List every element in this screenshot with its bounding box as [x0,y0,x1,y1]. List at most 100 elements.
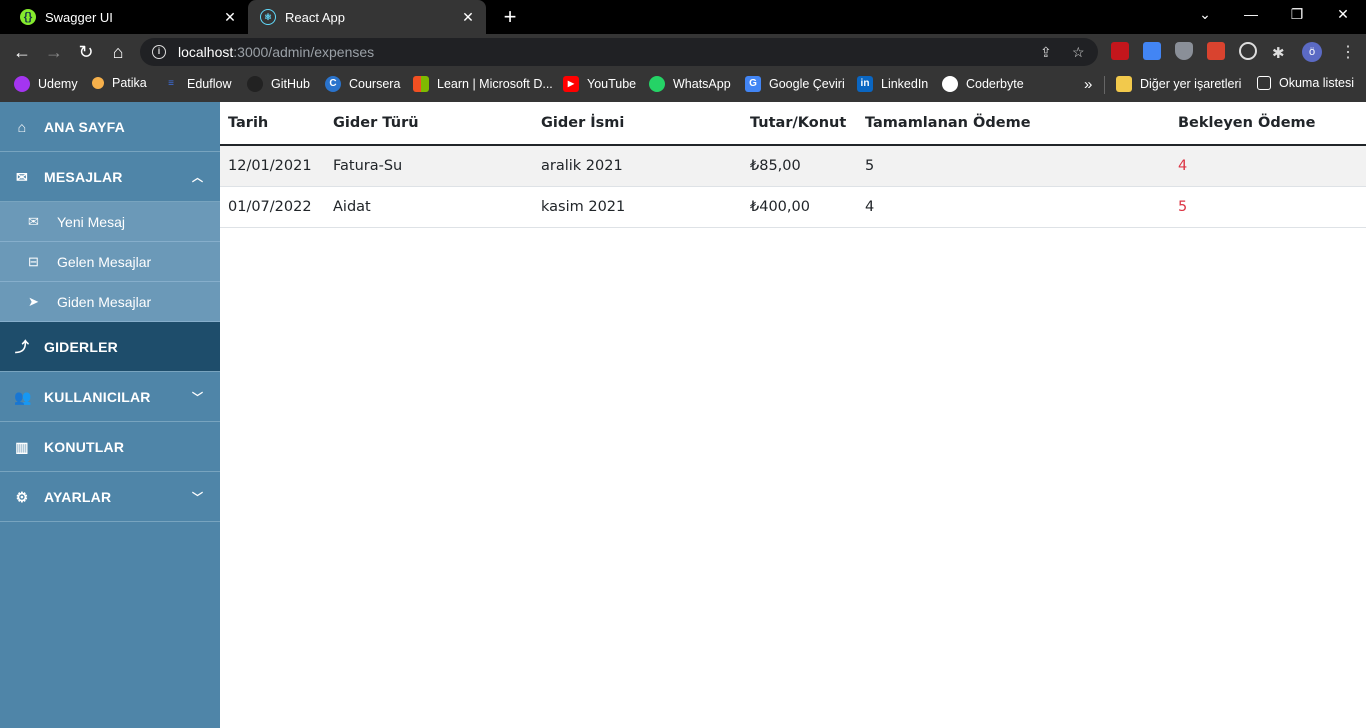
cell-tarih: 01/07/2022 [220,186,325,228]
table-header-row: Tarih Gider Türü Gider İsmi Tutar/Konut … [220,102,1366,146]
bookmark-star-icon[interactable]: ☆ [1072,44,1085,61]
bookmark-label: Google Çeviri [769,77,845,91]
column-header-tamamlanan-odeme: Tamamlanan Ödeme [857,102,1170,146]
forward-icon[interactable]: → [42,40,66,64]
bookmark-patika[interactable]: Patika [92,76,147,90]
sidebar-item-yeni-mesaj[interactable]: ✉ Yeni Mesaj [0,202,220,242]
home-icon: ⌂ [17,118,27,135]
home-browser-icon[interactable]: ⌂ [106,40,130,64]
table-row[interactable]: 01/07/2022 Aidat kasim 2021 ₺400,00 4 5 [220,186,1366,228]
new-tab-button[interactable]: + [500,5,520,29]
folder-icon [1116,76,1132,92]
bookmark-coursera[interactable]: C Coursera [325,76,400,92]
close-tab-icon[interactable]: ✕ [222,9,238,25]
linkedin-icon: in [857,76,873,92]
bookmark-whatsapp[interactable]: WhatsApp [649,76,731,92]
bookmark-youtube[interactable]: ▶ YouTube [563,76,636,92]
sidebar: ⌂ ANA SAYFA ✉ MESAJLAR ︿ ✉ Yeni Mesaj ⊟ … [0,102,220,728]
tab-title: Swagger UI [45,9,113,25]
expenses-table: Tarih Gider Türü Gider İsmi Tutar/Konut … [220,102,1366,228]
reload-icon[interactable]: ↻ [74,40,98,64]
bookmark-label: Udemy [38,77,78,91]
sidebar-item-giderler[interactable]: ⤴ GIDERLER [0,322,220,372]
sidebar-item-ana-sayfa[interactable]: ⌂ ANA SAYFA [0,102,220,152]
coursera-icon: C [325,76,341,92]
chevron-down-icon: ﹀ [192,491,204,504]
maximize-button[interactable]: ❐ [1287,6,1307,23]
coderbyte-icon [942,76,958,92]
youtube-icon: ▶ [563,76,579,92]
bookmark-udemy[interactable]: Udemy [14,76,78,92]
bookmarks-separator [1104,76,1105,94]
bookmark-github[interactable]: GitHub [247,76,310,92]
address-bar[interactable]: i localhost:3000/admin/expenses [140,38,1098,66]
bookmark-label: Learn | Microsoft D... [437,77,553,91]
reading-list[interactable]: Okuma listesi [1257,76,1354,90]
bookmark-other[interactable]: Diğer yer işaretleri [1116,76,1241,92]
tab-title: React App [285,9,345,25]
sidebar-item-label: GIDERLER [44,338,118,355]
bookmark-label: Eduflow [187,77,232,91]
buildings-icon: ▥ [15,438,29,455]
cell-tarih: 12/01/2021 [220,145,325,187]
column-header-gider-turu: Gider Türü [325,102,533,146]
menu-kebab-icon[interactable]: ⋮ [1340,42,1356,62]
sidebar-item-gelen-mesajlar[interactable]: ⊟ Gelen Mesajlar [0,242,220,282]
chevron-down-icon: ﹀ [192,391,204,404]
bookmark-microsoft-learn[interactable]: Learn | Microsoft D... [413,76,553,92]
share-icon[interactable]: ⇪ [1040,44,1052,61]
sidebar-item-label: MESAJLAR [44,168,123,185]
inbox-icon: ⊟ [28,253,39,269]
bookmark-label: WhatsApp [673,77,731,91]
cell-tamamlanan: 4 [857,186,1170,228]
site-info-icon[interactable]: i [152,45,166,59]
sidebar-item-label: AYARLAR [44,488,112,505]
extensions-puzzle-icon[interactable]: ✱ [1272,44,1285,62]
sidebar-item-label: Giden Mesajlar [57,293,152,310]
sidebar-item-label: KONUTLAR [44,438,125,455]
column-header-gider-ismi: Gider İsmi [533,102,742,146]
chevron-up-icon: ︿ [192,171,204,184]
bookmark-label: Okuma listesi [1279,76,1355,90]
column-header-bekleyen-odeme: Bekleyen Ödeme [1170,102,1366,146]
table-row[interactable]: 12/01/2021 Fatura-Su aralik 2021 ₺85,00 … [220,145,1366,187]
mail-icon: ✉ [16,168,28,185]
profile-avatar[interactable]: ö [1302,42,1322,62]
bookmark-linkedin[interactable]: in LinkedIn [857,76,928,92]
send-icon: ➤ [28,293,39,309]
tab-search-icon[interactable]: ⌄ [1195,6,1215,23]
back-icon[interactable]: ← [10,40,34,64]
tab-swagger-ui[interactable]: {} Swagger UI ✕ [8,0,248,34]
sidebar-item-ayarlar[interactable]: ⚙ AYARLAR ﹀ [0,472,220,522]
main-content: Tarih Gider Türü Gider İsmi Tutar/Konut … [220,102,1366,728]
url-path: :3000/admin/expenses [233,44,375,60]
bookmark-eduflow[interactable]: ≡ Eduflow [163,76,231,92]
record-extension-icon[interactable] [1239,42,1257,60]
sidebar-item-kullanicilar[interactable]: 👥 KULLANICILAR ﹀ [0,372,220,422]
column-header-tutar-konut: Tutar/Konut [742,102,857,146]
bookmark-label: Coderbyte [966,77,1024,91]
column-header-tarih: Tarih [220,102,325,146]
close-tab-icon[interactable]: ✕ [460,9,476,25]
bookmark-label: YouTube [587,77,637,91]
bookmark-coderbyte[interactable]: Coderbyte [942,76,1024,92]
sidebar-item-label: KULLANICILAR [44,388,151,405]
tab-react-app[interactable]: ⚛ React App ✕ [248,0,486,34]
cell-tamamlanan: 5 [857,145,1170,187]
sidebar-item-konutlar[interactable]: ▥ KONUTLAR [0,422,220,472]
github-icon [247,76,263,92]
acrobat-extension-icon[interactable] [1111,42,1129,60]
sidebar-item-mesajlar[interactable]: ✉ MESAJLAR ︿ [0,152,220,202]
sidebar-item-giden-mesajlar[interactable]: ➤ Giden Mesajlar [0,282,220,322]
patika-icon [92,77,104,89]
cell-gider-turu: Fatura-Su [325,145,533,187]
translate-extension-icon[interactable] [1143,42,1161,60]
reading-list-icon [1257,76,1271,90]
minimize-button[interactable]: — [1241,6,1261,22]
shield-extension-icon[interactable] [1175,42,1193,60]
bookmark-google-translate[interactable]: G Google Çeviri [745,76,845,92]
url-host: localhost [178,44,234,60]
close-window-button[interactable]: ✕ [1333,6,1353,23]
extension-red-icon[interactable] [1207,42,1225,60]
bookmarks-overflow-icon[interactable]: » [1084,76,1092,93]
